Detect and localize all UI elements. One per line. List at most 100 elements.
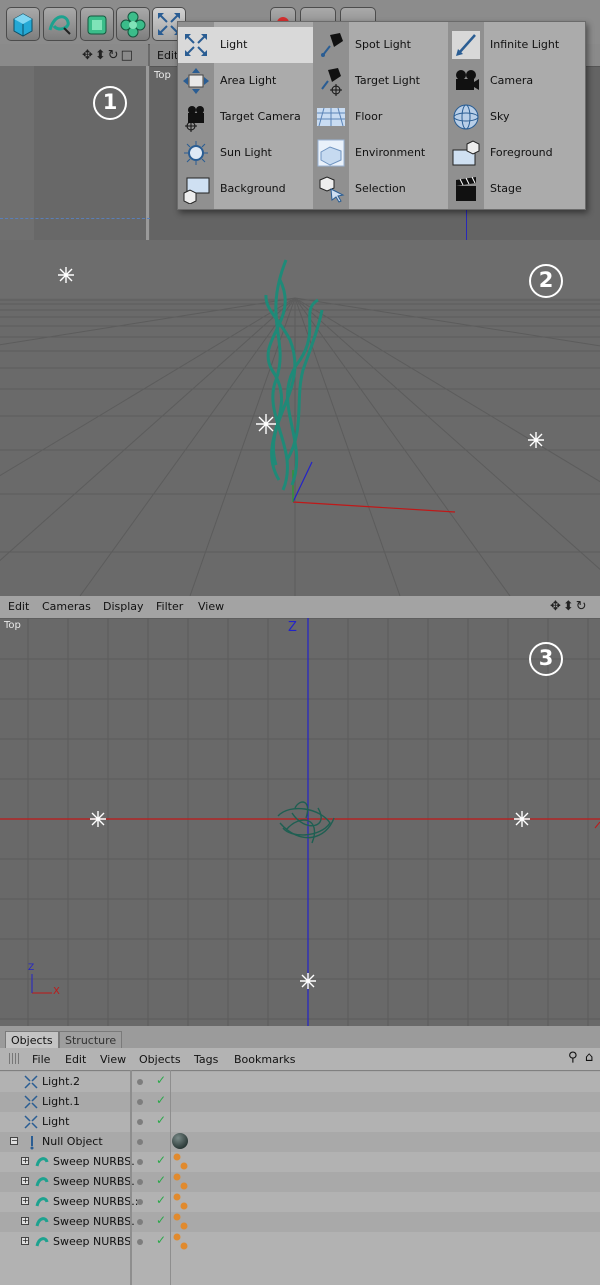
expand-toggle[interactable]: + bbox=[21, 1237, 29, 1245]
sweep-nurbs-icon bbox=[35, 1217, 49, 1227]
tags-icon[interactable] bbox=[172, 1212, 190, 1232]
menu-item-environment[interactable]: Environment bbox=[313, 135, 448, 171]
menu-item-sky[interactable]: Sky bbox=[448, 99, 583, 135]
area-light-icon bbox=[183, 68, 209, 94]
enabled-check-icon[interactable]: ✓ bbox=[156, 1193, 166, 1207]
visibility-dot[interactable] bbox=[137, 1119, 143, 1125]
visibility-dot[interactable] bbox=[137, 1099, 143, 1105]
menu-item-target-camera[interactable]: Target Camera bbox=[178, 99, 313, 135]
menu-tags[interactable]: Tags bbox=[194, 1053, 218, 1066]
tags-icon[interactable] bbox=[172, 1172, 190, 1192]
viewport-menu-display[interactable]: Display bbox=[103, 600, 144, 613]
objects-manager: Objects Structure File Edit View Objects… bbox=[0, 1026, 600, 1285]
tab-structure[interactable]: Structure bbox=[59, 1031, 123, 1048]
array-tool-button[interactable] bbox=[116, 7, 150, 41]
menu-bookmarks[interactable]: Bookmarks bbox=[234, 1053, 295, 1066]
viewport-menu-edit[interactable]: Edit bbox=[8, 600, 29, 613]
object-row[interactable]: + Sweep NURBS. ✓ bbox=[0, 1212, 600, 1232]
spot-light-icon bbox=[321, 33, 343, 57]
camera-icon bbox=[456, 70, 479, 90]
menu-item-sun-light[interactable]: Sun Light bbox=[178, 135, 313, 171]
viewport-menu-filter[interactable]: Filter bbox=[156, 600, 183, 613]
spline-pen-icon bbox=[48, 15, 71, 35]
menu-item-label: Spot Light bbox=[355, 38, 411, 51]
enabled-check-icon[interactable]: ✓ bbox=[156, 1213, 166, 1227]
menu-item-background[interactable]: Background bbox=[178, 171, 313, 207]
expand-toggle[interactable]: + bbox=[21, 1157, 29, 1165]
viewport-label: Top bbox=[154, 70, 171, 81]
view-nav-icons[interactable]: ✥⬍↻□ bbox=[82, 48, 135, 63]
search-icon[interactable]: ⚲ bbox=[568, 1050, 578, 1065]
expand-toggle[interactable]: + bbox=[21, 1177, 29, 1185]
material-tag-icon[interactable] bbox=[172, 1133, 188, 1149]
expand-toggle[interactable]: + bbox=[21, 1217, 29, 1225]
object-row[interactable]: Light.1 ✓ bbox=[0, 1092, 600, 1112]
column-divider[interactable] bbox=[130, 1070, 132, 1285]
tab-objects[interactable]: Objects bbox=[5, 1031, 59, 1048]
expand-toggle[interactable]: + bbox=[21, 1197, 29, 1205]
column-divider[interactable] bbox=[170, 1070, 171, 1285]
menu-edit[interactable]: Edit bbox=[65, 1053, 86, 1066]
left-pane bbox=[0, 66, 34, 240]
sweep-nurbs-icon bbox=[35, 1237, 49, 1247]
viewport-menu-cameras[interactable]: Cameras bbox=[42, 600, 91, 613]
menu-item-target-light[interactable]: Target Light bbox=[313, 63, 448, 99]
collapse-toggle[interactable]: − bbox=[10, 1137, 18, 1145]
visibility-dot[interactable] bbox=[137, 1219, 143, 1225]
object-row[interactable]: + Sweep NURBS. ✓ bbox=[0, 1172, 600, 1192]
visibility-dot[interactable] bbox=[137, 1179, 143, 1185]
visibility-dot[interactable] bbox=[137, 1239, 143, 1245]
step-badge-1: 1 bbox=[93, 86, 127, 120]
tags-icon[interactable] bbox=[172, 1152, 190, 1172]
menu-item-camera[interactable]: Camera bbox=[448, 63, 583, 99]
enabled-check-icon[interactable]: ✓ bbox=[156, 1173, 166, 1187]
viewport-menu-edit[interactable]: Edit bbox=[157, 49, 178, 62]
object-row[interactable]: − Null Object bbox=[0, 1132, 600, 1152]
top-view-viewport[interactable]: Edit Cameras Display Filter View ✥⬍↻ Top bbox=[0, 596, 600, 1026]
infinite-light-icon bbox=[452, 31, 480, 59]
menu-view[interactable]: View bbox=[100, 1053, 126, 1066]
object-row[interactable]: + Sweep NURBS.: ✓ bbox=[0, 1192, 600, 1212]
visibility-dot[interactable] bbox=[137, 1159, 143, 1165]
menu-item-light[interactable]: Light bbox=[178, 27, 313, 63]
enabled-check-icon[interactable]: ✓ bbox=[156, 1073, 166, 1087]
menu-item-spot-light[interactable]: Spot Light bbox=[313, 27, 448, 63]
nurbs-tool-button[interactable] bbox=[80, 7, 114, 41]
object-row[interactable]: + Sweep NURBS. ✓ bbox=[0, 1152, 600, 1172]
object-name: Light.1 bbox=[42, 1095, 80, 1108]
perspective-viewport[interactable]: 2 bbox=[0, 240, 600, 596]
object-row[interactable]: + Sweep NURBS ✓ bbox=[0, 1232, 600, 1252]
menu-item-stage[interactable]: Stage bbox=[448, 171, 583, 207]
object-row[interactable]: Light ✓ bbox=[0, 1112, 600, 1132]
menu-file[interactable]: File bbox=[32, 1053, 50, 1066]
menu-item-infinite-light[interactable]: Infinite Light bbox=[448, 27, 583, 63]
view-nav-icons[interactable]: ✥⬍↻ bbox=[550, 599, 589, 614]
left-viewport[interactable] bbox=[0, 66, 150, 240]
visibility-dot[interactable] bbox=[137, 1139, 143, 1145]
tags-icon[interactable] bbox=[172, 1232, 190, 1252]
enabled-check-icon[interactable]: ✓ bbox=[156, 1153, 166, 1167]
spline-tool-button[interactable] bbox=[43, 7, 77, 41]
menu-item-foreground[interactable]: Foreground bbox=[448, 135, 583, 171]
enabled-check-icon[interactable]: ✓ bbox=[156, 1233, 166, 1247]
tags-icon[interactable] bbox=[172, 1192, 190, 1212]
cube-tool-button[interactable] bbox=[6, 7, 40, 41]
floor-icon bbox=[317, 107, 345, 127]
visibility-dot[interactable] bbox=[137, 1199, 143, 1205]
list-empty-area bbox=[0, 1252, 600, 1285]
menu-item-label: Foreground bbox=[490, 146, 553, 159]
visibility-dot[interactable] bbox=[137, 1079, 143, 1085]
grip-icon[interactable] bbox=[9, 1053, 21, 1064]
object-row[interactable]: Light.2 ✓ bbox=[0, 1072, 600, 1092]
menu-item-selection[interactable]: Selection bbox=[313, 171, 448, 207]
home-icon[interactable]: ⌂ bbox=[585, 1050, 593, 1065]
menu-objects[interactable]: Objects bbox=[139, 1053, 181, 1066]
menu-item-label: Environment bbox=[355, 146, 426, 159]
menu-item-floor[interactable]: Floor bbox=[313, 99, 448, 135]
enabled-check-icon[interactable]: ✓ bbox=[156, 1093, 166, 1107]
menu-item-area-light[interactable]: Area Light bbox=[178, 63, 313, 99]
enabled-check-icon[interactable]: ✓ bbox=[156, 1113, 166, 1127]
foreground-icon bbox=[452, 140, 480, 166]
viewport-menu-view[interactable]: View bbox=[198, 600, 224, 613]
menu-item-label: Sun Light bbox=[220, 146, 272, 159]
